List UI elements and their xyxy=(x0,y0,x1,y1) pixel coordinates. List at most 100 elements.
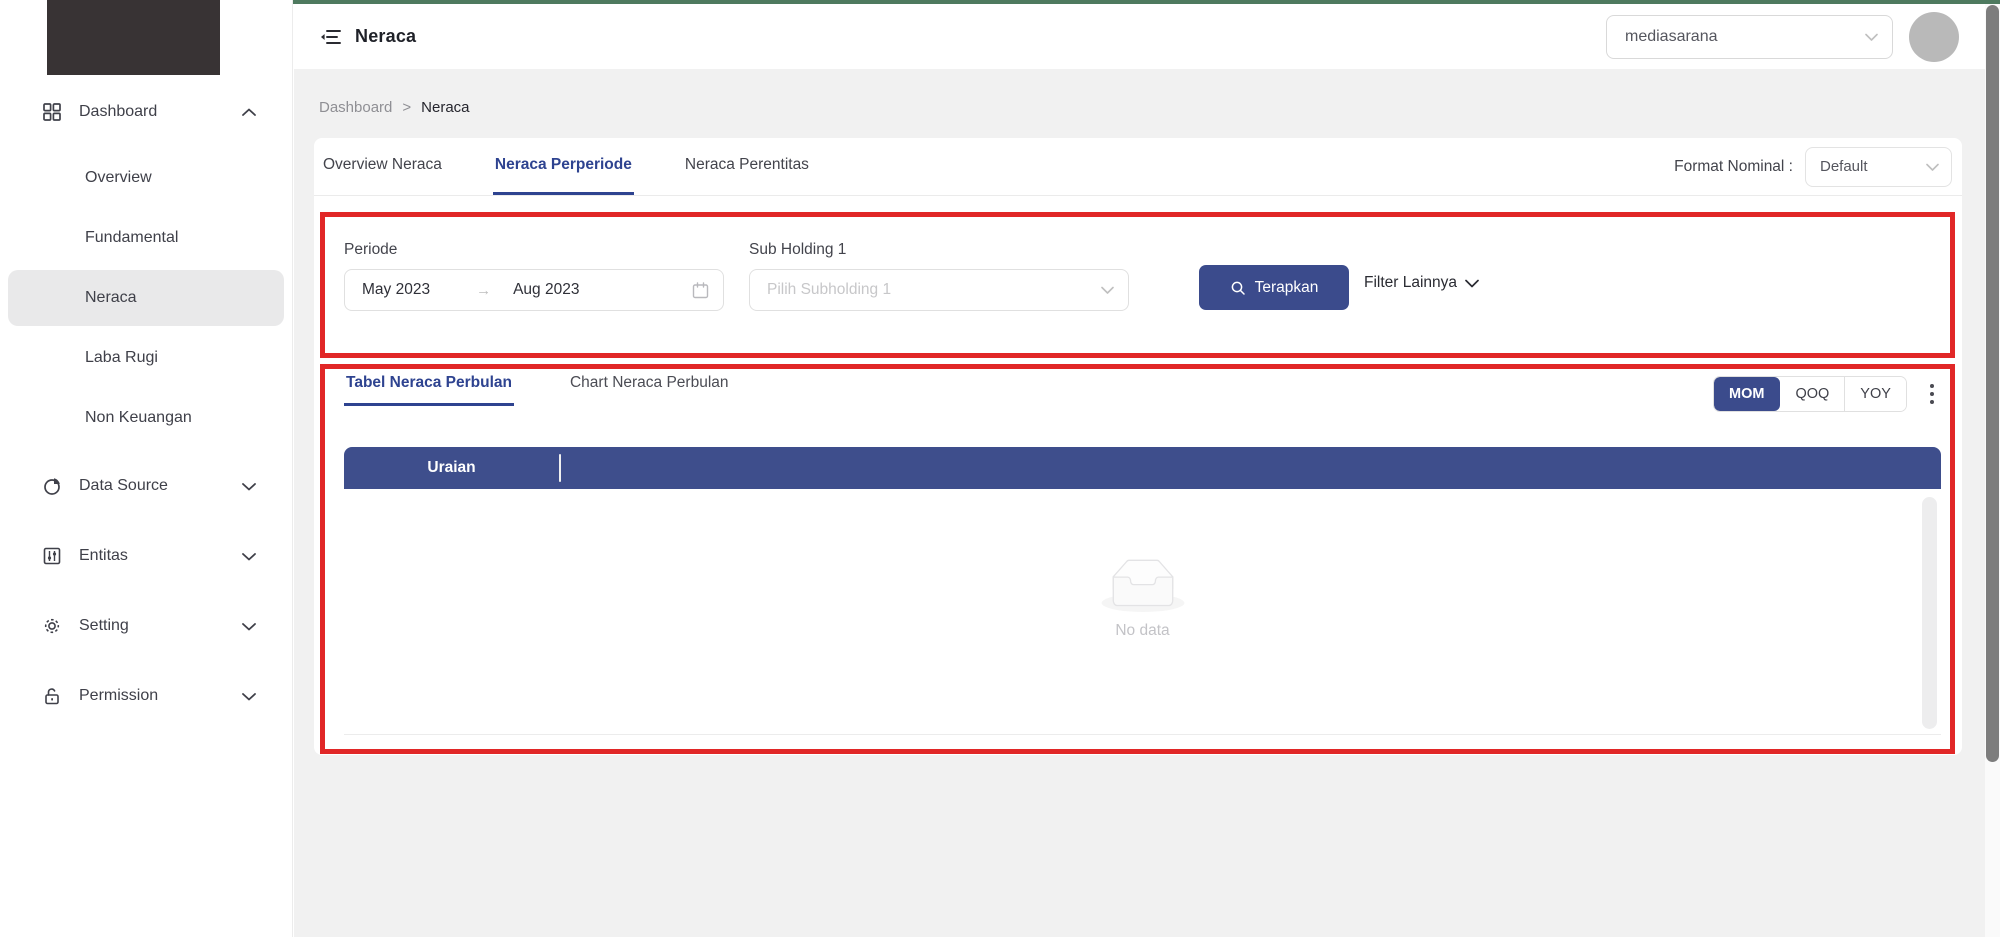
sidebar-item-data-source[interactable]: Data Source xyxy=(0,458,292,514)
tab-chart-neraca-perbulan[interactable]: Chart Neraca Perbulan xyxy=(568,366,731,406)
sidebar-item-label: Setting xyxy=(79,617,129,634)
segment-label: MOM xyxy=(1729,386,1765,402)
tab-label: Chart Neraca Perbulan xyxy=(569,374,729,391)
segment-label: QOQ xyxy=(1795,386,1830,402)
chevron-down-icon xyxy=(1101,286,1114,294)
tab-label: Neraca Perperiode xyxy=(494,156,632,173)
dashboard-submenu: Overview Fundamental Neraca Laba Rugi No… xyxy=(0,140,292,458)
sidebar-item-label: Entitas xyxy=(79,547,128,564)
page-title: Neraca xyxy=(355,26,417,46)
breadcrumb-separator: > xyxy=(402,99,412,116)
breadcrumb-item-neraca: Neraca xyxy=(421,99,470,116)
chevron-down-icon xyxy=(1465,279,1479,287)
range-arrow-icon: → xyxy=(476,281,492,299)
dashboard-grid-icon xyxy=(43,103,61,121)
chevron-down-icon xyxy=(242,482,256,491)
pie-chart-icon xyxy=(44,478,60,495)
tab-neraca-perentitas[interactable]: Neraca Perentitas xyxy=(683,138,811,195)
no-data-inbox-icon xyxy=(1101,559,1184,612)
table-body: No data xyxy=(344,489,1941,735)
tab-overview-neraca[interactable]: Overview Neraca xyxy=(321,138,444,195)
sidebar-item-label: Permission xyxy=(79,687,159,704)
format-nominal: Format Nominal : Default xyxy=(1674,138,1952,195)
sidebar-item-label: Laba Rugi xyxy=(85,349,158,366)
segment-label: YOY xyxy=(1860,386,1891,402)
organization-select[interactable]: mediasarana xyxy=(1606,14,1893,59)
top-accent-bar xyxy=(0,0,2000,4)
sidebar-item-setting[interactable]: Setting xyxy=(0,598,292,654)
app-logo xyxy=(47,0,220,75)
page-scrollbar-thumb[interactable] xyxy=(1986,5,1999,762)
chevron-down-icon xyxy=(242,552,256,561)
sidebar-item-label: Data Source xyxy=(79,477,168,494)
sidebar-item-laba-rugi[interactable]: Laba Rugi xyxy=(8,330,284,386)
unlock-icon xyxy=(45,688,59,705)
breadcrumb-item-dashboard[interactable]: Dashboard xyxy=(319,99,392,116)
empty-state-text: No data xyxy=(1115,622,1170,639)
format-nominal-label: Format Nominal : xyxy=(1674,157,1793,175)
sidebar-item-neraca[interactable]: Neraca xyxy=(8,270,284,326)
sidebar-item-label: Fundamental xyxy=(85,229,179,246)
sidebar-item-label: Overview xyxy=(85,169,152,186)
segment-yoy[interactable]: YOY xyxy=(1845,377,1906,411)
tab-tabel-neraca-perbulan[interactable]: Tabel Neraca Perbulan xyxy=(344,366,514,406)
table-chart-tabs: Tabel Neraca Perbulan Chart Neraca Perbu… xyxy=(344,366,785,406)
main-content: Dashboard > Neraca Overview Neraca Nerac… xyxy=(294,69,1985,937)
gear-icon xyxy=(44,618,60,634)
sidebar-item-overview[interactable]: Overview xyxy=(8,150,284,206)
calendar-icon xyxy=(692,281,709,299)
sub-holding-select[interactable]: Pilih Subholding 1 xyxy=(749,269,1129,311)
chevron-down-icon xyxy=(1865,33,1878,41)
tab-neraca-perperiode[interactable]: Neraca Perperiode xyxy=(492,138,634,195)
sidebar: Dashboard Overview Fundamental Neraca La… xyxy=(0,0,293,937)
organization-select-value: mediasarana xyxy=(1625,27,1718,45)
user-avatar[interactable] xyxy=(1909,11,1959,62)
more-options-kebab-icon[interactable] xyxy=(1919,378,1945,410)
more-filters-toggle[interactable]: Filter Lainnya xyxy=(1364,274,1479,292)
chevron-up-icon xyxy=(242,108,256,117)
format-nominal-select[interactable]: Default xyxy=(1805,146,1952,187)
periode-end-value: Aug 2023 xyxy=(513,281,580,298)
menu-fold-icon[interactable] xyxy=(320,26,342,48)
chevron-down-icon xyxy=(1926,163,1939,171)
empty-state: No data xyxy=(344,559,1941,640)
header-right: mediasarana xyxy=(1606,11,1971,62)
neraca-card: Overview Neraca Neraca Perperiode Neraca… xyxy=(314,138,1962,755)
sidebar-item-label: Dashboard xyxy=(79,103,158,120)
tab-label: Tabel Neraca Perbulan xyxy=(346,374,512,391)
sidebar-item-label: Neraca xyxy=(85,289,137,306)
search-icon xyxy=(1231,281,1245,295)
breadcrumb: Dashboard > Neraca xyxy=(319,99,470,116)
apply-button[interactable]: Terapkan xyxy=(1199,265,1349,310)
periode-range-picker[interactable]: May 2023 → Aug 2023 xyxy=(344,269,724,311)
sliders-icon xyxy=(43,547,61,565)
tab-label: Neraca Perentitas xyxy=(684,156,809,173)
sub-holding-label: Sub Holding 1 xyxy=(749,241,847,258)
table-header-row: Uraian xyxy=(344,447,1941,489)
page-tabs: Overview Neraca Neraca Perperiode Neraca… xyxy=(314,138,1962,196)
sidebar-item-dashboard[interactable]: Dashboard xyxy=(0,84,292,140)
sidebar-item-permission[interactable]: Permission xyxy=(0,668,292,724)
sidebar-item-non-keuangan[interactable]: Non Keuangan xyxy=(8,390,284,446)
periode-label: Periode xyxy=(344,241,398,258)
table-column-uraian: Uraian xyxy=(427,459,476,476)
sidebar-item-entitas[interactable]: Entitas xyxy=(0,528,292,584)
sub-holding-placeholder: Pilih Subholding 1 xyxy=(767,281,892,298)
column-divider xyxy=(559,454,561,482)
top-header: Neraca mediasarana xyxy=(294,4,1985,69)
sidebar-nav: Dashboard Overview Fundamental Neraca La… xyxy=(0,84,292,738)
periode-start-value: May 2023 xyxy=(362,281,431,298)
format-nominal-value: Default xyxy=(1820,158,1868,175)
chevron-down-icon xyxy=(242,692,256,701)
table-scrollbar-thumb[interactable] xyxy=(1922,497,1937,729)
period-mode-segmented: MOM QOQ YOY xyxy=(1713,376,1907,412)
segment-qoq[interactable]: QOQ xyxy=(1780,377,1846,411)
chevron-down-icon xyxy=(242,622,256,631)
page-scrollbar[interactable] xyxy=(1985,4,2000,937)
segment-mom[interactable]: MOM xyxy=(1714,377,1781,411)
apply-button-label: Terapkan xyxy=(1254,278,1319,296)
more-filters-label: Filter Lainnya xyxy=(1364,274,1458,291)
app-window: Dashboard Overview Fundamental Neraca La… xyxy=(0,0,2000,937)
tab-label: Overview Neraca xyxy=(323,156,442,173)
sidebar-item-fundamental[interactable]: Fundamental xyxy=(8,210,284,266)
